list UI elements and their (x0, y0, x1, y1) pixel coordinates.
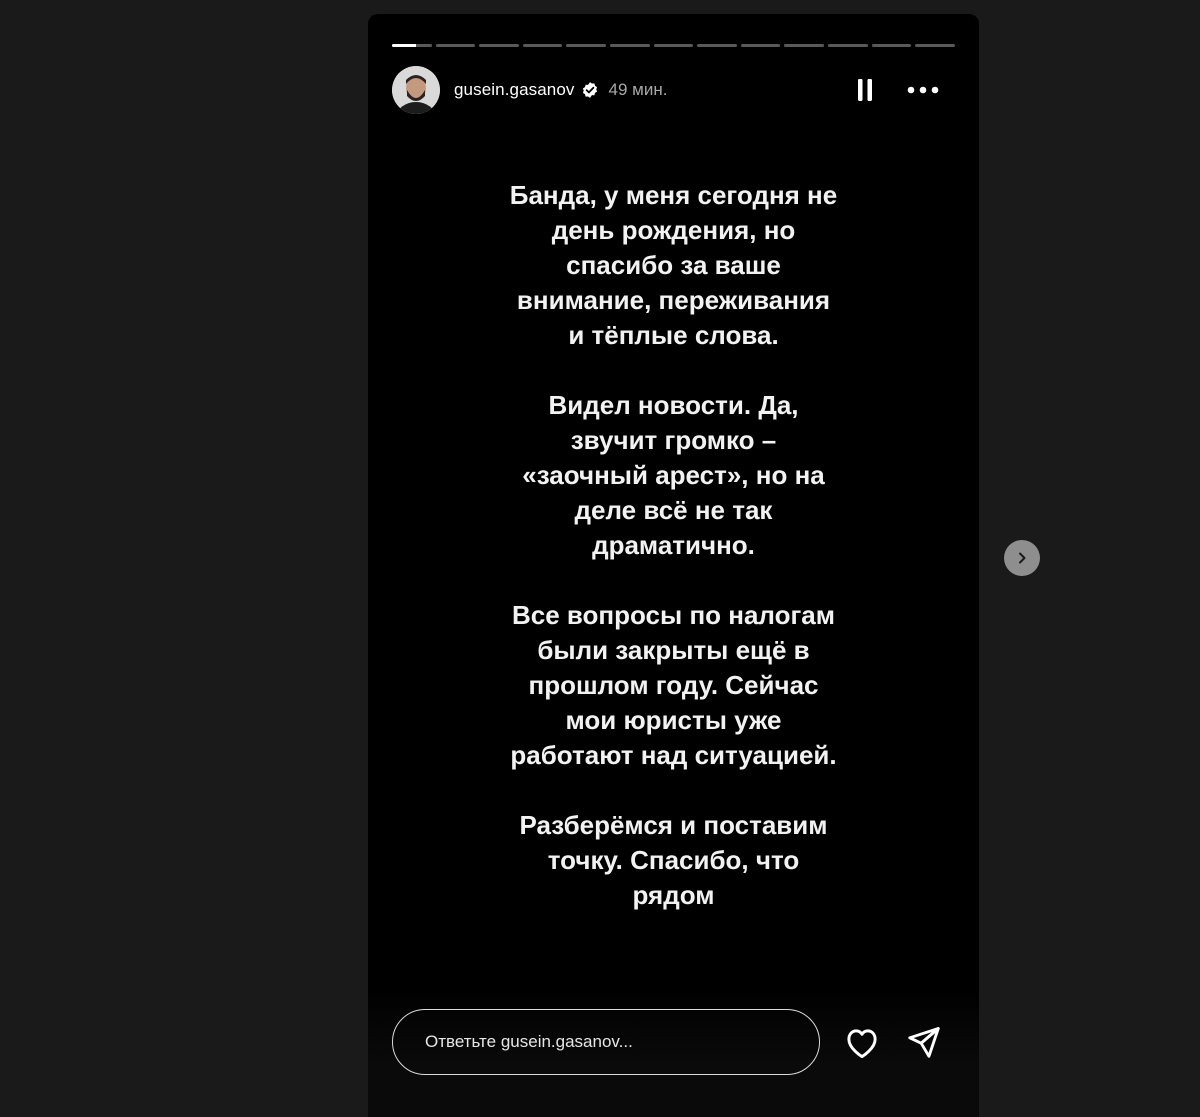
progress-segment (435, 44, 476, 47)
progress-segment (915, 44, 955, 47)
share-button[interactable] (904, 1022, 944, 1062)
story-paragraph: Видел новости. Да, звучит громко – «заоч… (428, 388, 919, 563)
avatar[interactable] (392, 66, 440, 114)
story-progress-bar (392, 44, 955, 47)
story-text-line: мои юристы уже (565, 705, 782, 735)
chevron-right-icon (1019, 552, 1026, 564)
like-button[interactable] (842, 1022, 882, 1062)
story-text-line: спасибо за ваше (566, 250, 781, 280)
story-text-line: внимание, переживания (516, 285, 831, 315)
story-username[interactable]: gusein.gasanov (454, 80, 575, 100)
progress-segment (522, 44, 563, 47)
progress-segment (610, 44, 650, 47)
story-paragraph: Все вопросы по налогам были закрыты ещё … (428, 598, 919, 773)
story-text-line: Разберёмся и поставим (519, 810, 828, 840)
story-text-line: день рождения, но (551, 215, 796, 245)
story-text: Банда, у меня сегодня не день рождения, … (428, 178, 919, 913)
more-options-button[interactable] (903, 76, 943, 104)
story-text-line: точку. Спасибо, что (547, 845, 800, 875)
story-time-ago: 49 мин. (608, 80, 668, 99)
story-text-line: прошлом году. Сейчас (528, 670, 819, 700)
verified-badge-icon (581, 81, 599, 99)
next-story-button[interactable] (1004, 540, 1040, 576)
avatar-image (392, 66, 440, 114)
story-viewer-page: gusein.gasanov 49 мин. Банда, у меня сег… (0, 0, 1200, 1117)
story-text-line: звучит громко – (570, 425, 777, 455)
progress-segment (653, 44, 694, 47)
story-text-line: были закрыты ещё в (537, 635, 810, 665)
reply-placeholder: Ответьте gusein.gasanov... (425, 1032, 633, 1051)
story-text-line: Банда, у меня сегодня не (509, 180, 838, 210)
send-icon (908, 1027, 940, 1058)
story-text-line: деле всё не так (574, 495, 773, 525)
progress-segment-fill (392, 44, 416, 47)
progress-segment (871, 44, 912, 47)
progress-segment (828, 44, 868, 47)
story-text-line: и тёплые слова. (568, 320, 779, 350)
progress-segment (784, 44, 825, 47)
story-text-line: драматично. (592, 530, 755, 560)
reply-input[interactable]: Ответьте gusein.gasanov... (392, 1009, 820, 1075)
progress-segment (392, 44, 432, 47)
pause-button[interactable] (853, 76, 877, 104)
more-icon (907, 86, 939, 94)
story-paragraph: Разберёмся и поставим точку. Спасибо, чт… (428, 808, 919, 913)
heart-icon (847, 1029, 877, 1059)
story-text-line: Все вопросы по налогам (511, 600, 835, 630)
progress-segment (566, 44, 607, 47)
pause-icon (858, 79, 872, 101)
progress-segment (697, 44, 737, 47)
story-card[interactable]: gusein.gasanov 49 мин. Банда, у меня сег… (368, 14, 979, 1117)
story-text-line: рядом (632, 880, 715, 910)
progress-segment (479, 44, 519, 47)
story-text-line: Видел новости. Да, (548, 390, 799, 420)
progress-segment (740, 44, 781, 47)
story-reply-bar: Ответьте gusein.gasanov... (392, 1008, 955, 1076)
story-paragraph: Банда, у меня сегодня не день рождения, … (428, 178, 919, 353)
story-header: gusein.gasanov 49 мин. (392, 66, 955, 114)
story-text-line: «заочный арест», но на (522, 460, 825, 490)
story-text-line: работают над ситуацией. (510, 740, 837, 770)
